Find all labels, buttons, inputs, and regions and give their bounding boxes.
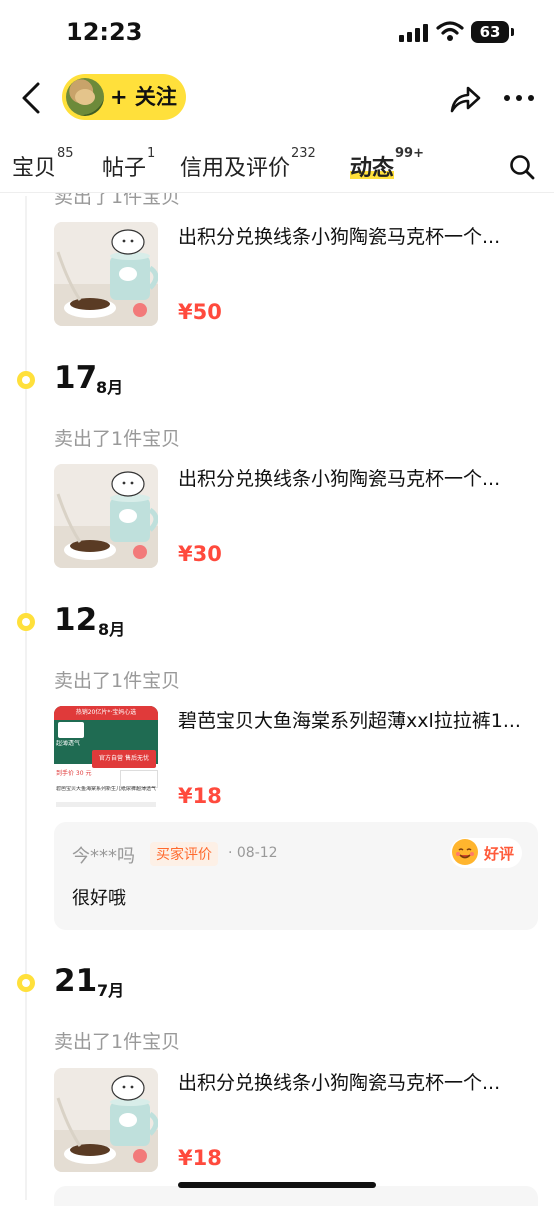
product-title[interactable]: 碧芭宝贝大鱼海棠系列超薄xxl拉拉裤1... [178,706,534,733]
next-card-partial [54,1186,538,1206]
avatar[interactable] [66,78,104,116]
product-thumbnail[interactable] [54,464,158,568]
tab-credit-reviews[interactable]: 信用及评价232 [180,146,316,182]
follow-label: + 关注 [110,85,177,109]
tab-label: 动态 [350,156,395,181]
date-day: 12 [54,602,98,638]
smile-emoji-icon [452,839,478,865]
review-card[interactable]: 今***吗 买家评价 · 08-12 好评 很好哦 [54,822,538,930]
tab-count: 85 [57,146,74,161]
product-title[interactable]: 出积分兑换线条小狗陶瓷马克杯一个... [178,464,534,491]
product-title[interactable]: 出积分兑换线条小狗陶瓷马克杯一个... [178,1068,534,1095]
product-price: ¥18 [178,784,222,808]
positive-rating-badge: 好评 [450,838,522,868]
date-month: 7月 [97,981,125,1000]
battery-indicator: 63 [471,21,509,43]
status-bar: 12:23 63 [0,0,554,66]
timeline-line [25,196,27,1200]
sold-text: 卖出了1件宝贝 [54,193,181,208]
partial-sold-text: 卖出了1件宝贝 [0,193,554,217]
review-date: · 08-12 [228,845,278,861]
share-icon[interactable] [448,82,482,116]
cellular-signal-icon [399,24,429,42]
tab-label: 帖子 [102,156,147,181]
product-thumbnail[interactable] [54,1068,158,1172]
product-title[interactable]: 出积分兑换线条小狗陶瓷马克杯一个... [178,222,534,249]
tab-posts[interactable]: 帖子1 [102,146,155,182]
follow-button[interactable]: + 关注 [62,74,186,120]
product-card[interactable]: 出积分兑换线条小狗陶瓷马克杯一个... ¥30 [54,464,534,568]
product-price: ¥30 [178,542,222,566]
profile-tabs: 宝贝85 帖子1 信用及评价232 动态99+ [0,138,554,193]
product-card[interactable]: 出积分兑换线条小狗陶瓷马克杯一个... ¥18 [54,1068,534,1172]
date-month: 8月 [98,620,126,639]
tab-activity[interactable]: 动态99+ [350,146,424,182]
review-text: 很好哦 [72,888,126,909]
tab-label: 宝贝 [12,156,57,181]
thumb-banner: 热销20亿片*·宝妈心选 [54,706,158,720]
timeline-dot [17,974,35,992]
more-options-icon[interactable] [502,88,536,108]
rating-label: 好评 [484,845,515,863]
wifi-icon [436,21,464,41]
tab-items[interactable]: 宝贝85 [12,146,74,182]
date-day: 17 [54,360,98,396]
status-time: 12:23 [66,18,143,46]
timeline-dot [17,371,35,389]
tab-count: 232 [291,146,316,161]
product-price: ¥50 [178,300,222,324]
sold-text: 卖出了1件宝贝 [54,1031,181,1053]
thumb-feature: 超薄透气 [56,740,81,747]
thumb-official-tag: 官方自营 售后无忧 [92,750,156,768]
thumb-caption: 碧芭宝贝大鱼海棠系列新生儿纸尿裤超薄透气 [56,786,156,792]
product-thumbnail[interactable] [54,222,158,326]
tab-label: 信用及评价 [180,156,291,181]
product-price: ¥18 [178,1146,222,1170]
nav-bar: + 关注 [0,66,554,130]
sold-text: 卖出了1件宝贝 [54,670,181,692]
product-card[interactable]: 热销20亿片*·宝妈心选 超薄透气 官方自营 售后无忧 到手价 30 元 碧芭宝… [54,706,534,810]
thumb-price-line: 到手价 30 元 [56,770,92,777]
sold-text: 卖出了1件宝贝 [54,428,181,450]
product-thumbnail[interactable]: 热销20亿片*·宝妈心选 超薄透气 官方自营 售后无忧 到手价 30 元 碧芭宝… [54,706,158,810]
tab-count: 1 [147,146,156,161]
date-day: 21 [54,963,98,999]
timeline-dot [17,613,35,631]
back-arrow-icon[interactable] [16,80,48,116]
product-card[interactable]: 出积分兑换线条小狗陶瓷马克杯一个... ¥50 [54,222,534,326]
tab-count: 99+ [395,146,424,161]
home-indicator[interactable] [178,1182,376,1188]
date-month: 8月 [96,378,124,397]
reviewer-name: 今***吗 [72,846,135,867]
search-icon[interactable] [508,153,536,181]
battery-tip [511,28,514,36]
buyer-review-badge: 买家评价 [150,842,218,866]
